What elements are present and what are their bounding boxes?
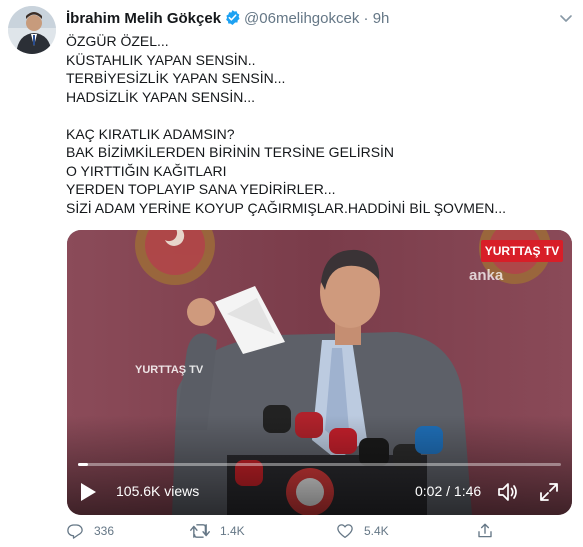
retweet-icon (190, 524, 210, 538)
avatar[interactable] (8, 6, 56, 54)
heart-icon (337, 524, 353, 539)
like-button[interactable]: 5.4K (336, 522, 389, 540)
chevron-down-icon[interactable] (558, 10, 574, 31)
video-player[interactable]: YURTTAŞ TV anka YURTTAŞ TV 105.6K views … (67, 230, 572, 515)
retweet-count: 1.4K (220, 524, 245, 538)
like-count: 5.4K (364, 524, 389, 538)
video-time: 0:02 / 1:46 (415, 483, 482, 499)
video-controls: 105.6K views 0:02 / 1:46 (67, 474, 572, 508)
reply-button[interactable]: 336 (66, 522, 114, 540)
separator-dot: · (363, 10, 369, 27)
user-handle[interactable]: @06melihgokcek (244, 10, 359, 27)
share-button[interactable] (476, 522, 504, 540)
progress-fill (78, 463, 88, 466)
watermark-anka: anka (469, 267, 504, 284)
play-icon[interactable] (79, 482, 97, 507)
watermark-yurttas: YURTTAŞ TV (135, 364, 204, 376)
verified-badge-icon (224, 9, 241, 31)
display-name[interactable]: İbrahim Melih Gökçek (66, 10, 221, 27)
view-count: 105.6K views (116, 483, 200, 499)
source-logo: YURTTAŞ TV (481, 240, 563, 262)
tweet-header: İbrahim Melih Gökçek @06melihgokcek · 9h (66, 9, 389, 31)
volume-icon[interactable] (497, 482, 519, 507)
tweet-text: ÖZGÜR ÖZEL... KÜSTAHLIK YAPAN SENSİN.. T… (66, 33, 507, 216)
tweet-actions: 336 1.4K 5.4K (66, 522, 571, 546)
progress-bar[interactable] (78, 463, 561, 466)
retweet-button[interactable]: 1.4K (190, 522, 245, 540)
fullscreen-icon[interactable] (539, 482, 559, 507)
reply-count: 336 (94, 524, 115, 538)
share-icon (478, 523, 492, 538)
reply-icon (67, 524, 83, 539)
timestamp[interactable]: 9h (373, 10, 390, 27)
